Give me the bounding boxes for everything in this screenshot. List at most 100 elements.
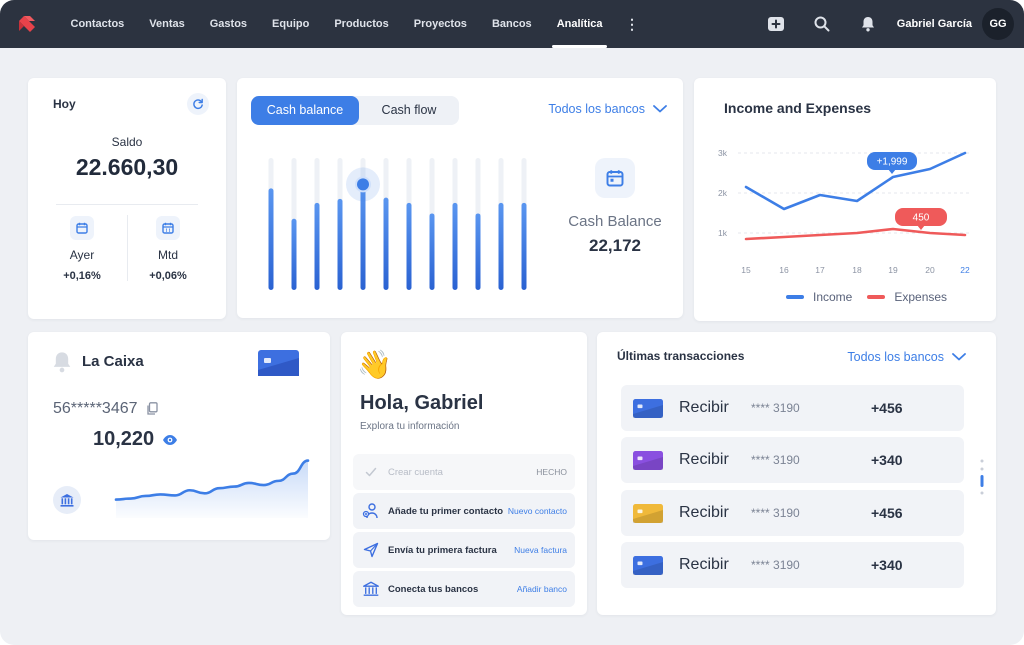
yesterday-stat: Ayer +0,16% (52, 216, 112, 282)
cash-bar[interactable] (384, 198, 389, 290)
welcome-title: Hola, Gabriel (360, 392, 483, 415)
cash-bar[interactable] (476, 213, 481, 290)
more-menu-icon[interactable]: ⋮ (615, 16, 649, 33)
add-icon[interactable] (765, 13, 787, 35)
yesterday-label: Ayer (52, 248, 112, 262)
check-icon (362, 463, 380, 481)
nav-item-productos[interactable]: Productos (322, 0, 401, 48)
transactions-title: Últimas transacciones (617, 349, 744, 363)
contact-icon (362, 502, 380, 520)
wave-icon: 👋 (357, 348, 392, 381)
cash-bar[interactable] (338, 199, 343, 290)
bank-filter-label: Todos los bancos (548, 102, 645, 116)
y-tick-label: 3k (718, 148, 728, 158)
eye-icon[interactable] (162, 434, 178, 446)
task-action-link[interactable]: Nueva factura (514, 545, 567, 555)
chart-legend: Income Expenses (786, 290, 962, 304)
cash-bar[interactable] (430, 213, 435, 290)
transaction-amount: +340 (871, 452, 903, 468)
credit-card-icon (633, 451, 663, 470)
transaction-row[interactable]: Recibir**** 3190+456 (621, 385, 964, 431)
logo-icon[interactable] (16, 13, 38, 35)
income-line (746, 153, 965, 209)
income-expenses-chart: 3k2k1k15161718192022+1,999450 (694, 128, 996, 288)
legend-income: Income (786, 290, 852, 304)
onboarding-task[interactable]: Envía tu primera facturaNueva factura (353, 532, 575, 568)
user-name[interactable]: Gabriel García (897, 18, 972, 30)
cash-balance-value: 22,172 (557, 236, 673, 256)
calendar-grid-icon (156, 216, 180, 240)
nav-item-bancos[interactable]: Bancos (479, 0, 544, 48)
transaction-card-number: **** 3190 (751, 401, 871, 415)
balance-sparkline (114, 452, 310, 518)
search-icon[interactable] (811, 13, 833, 35)
refresh-icon (192, 98, 204, 110)
cash-bar-chart[interactable] (261, 150, 541, 300)
top-nav-bar: ContactosVentasGastosEquipoProductosProy… (0, 0, 1024, 48)
transaction-row[interactable]: Recibir**** 3190+340 (621, 542, 964, 588)
bank-filter-dropdown[interactable]: Todos los bancos (548, 102, 667, 116)
income-title: Income and Expenses (724, 100, 871, 116)
onboarding-task[interactable]: Crear cuentaHECHO (353, 454, 575, 490)
transaction-amount: +456 (871, 505, 903, 521)
task-action-link[interactable]: Añadir banco (517, 584, 567, 594)
nav-item-contactos[interactable]: Contactos (58, 0, 137, 48)
scrollbar[interactable] (979, 458, 985, 518)
cash-bar[interactable] (315, 203, 320, 290)
today-title: Hoy (53, 97, 76, 111)
nav-item-proyectos[interactable]: Proyectos (401, 0, 479, 48)
chevron-down-icon (952, 353, 966, 361)
y-tick-label: 2k (718, 188, 728, 198)
refresh-button[interactable] (187, 93, 209, 115)
cash-bar[interactable] (499, 203, 504, 290)
bar-selection-handle[interactable] (356, 177, 370, 191)
tab-cash-balance[interactable]: Cash balance (251, 96, 359, 125)
transaction-card-number: **** 3190 (751, 506, 871, 520)
calendar-icon (595, 158, 635, 198)
divider (56, 204, 198, 205)
bank-filter-label: Todos los bancos (847, 350, 944, 364)
transaction-card-number: **** 3190 (751, 453, 871, 467)
calendar-icon (70, 216, 94, 240)
nav-item-ventas[interactable]: Ventas (137, 0, 197, 48)
transactions-card: Últimas transacciones Todos los bancos R… (597, 332, 996, 615)
cash-bar[interactable] (522, 203, 527, 290)
account-number: 56*****3467 (53, 400, 158, 418)
mtd-label: Mtd (138, 248, 198, 262)
transaction-row[interactable]: Recibir**** 3190+456 (621, 490, 964, 536)
x-tick-label: 15 (741, 265, 751, 275)
welcome-subtitle: Explora tu información (360, 421, 460, 432)
copy-icon[interactable] (146, 402, 158, 416)
saldo-value: 22.660,30 (28, 154, 226, 181)
bell-icon[interactable] (52, 351, 72, 373)
task-action-link[interactable]: Nuevo contacto (508, 506, 567, 516)
welcome-card: 👋 Hola, Gabriel Explora tu información C… (341, 332, 587, 615)
income-tag: +1,999 (877, 157, 908, 168)
cash-balance-card: Cash balance Cash flow Todos los bancos … (237, 78, 683, 318)
task-action-link[interactable]: HECHO (536, 467, 567, 477)
today-card: Hoy Saldo 22.660,30 Ayer +0,16% Mtd +0,0… (28, 78, 226, 319)
transaction-row[interactable]: Recibir**** 3190+340 (621, 437, 964, 483)
cash-segmented-control: Cash balance Cash flow (251, 96, 459, 125)
cash-balance-label: Cash Balance (557, 213, 673, 230)
expenses-line (746, 229, 965, 239)
tab-cash-flow[interactable]: Cash flow (359, 96, 459, 125)
credit-card-icon (633, 504, 663, 523)
account-balance: 10,220 (93, 428, 178, 451)
yesterday-value: +0,16% (52, 270, 112, 282)
onboarding-task[interactable]: Conecta tus bancosAñadir banco (353, 571, 575, 607)
main-nav: ContactosVentasGastosEquipoProductosProy… (58, 0, 649, 48)
cash-bar[interactable] (453, 203, 458, 290)
bank-filter-dropdown[interactable]: Todos los bancos (847, 350, 966, 364)
cash-bar[interactable] (269, 188, 274, 290)
task-label: Crear cuenta (388, 467, 536, 478)
x-tick-label: 19 (888, 265, 898, 275)
onboarding-task[interactable]: Añade tu primer contactoNuevo contacto (353, 493, 575, 529)
bell-icon[interactable] (857, 13, 879, 35)
nav-item-gastos[interactable]: Gastos (197, 0, 259, 48)
nav-item-equipo[interactable]: Equipo (260, 0, 322, 48)
cash-bar[interactable] (292, 219, 297, 290)
avatar[interactable]: GG (982, 8, 1014, 40)
nav-item-analítica[interactable]: Analítica (544, 0, 615, 48)
cash-bar[interactable] (407, 203, 412, 290)
